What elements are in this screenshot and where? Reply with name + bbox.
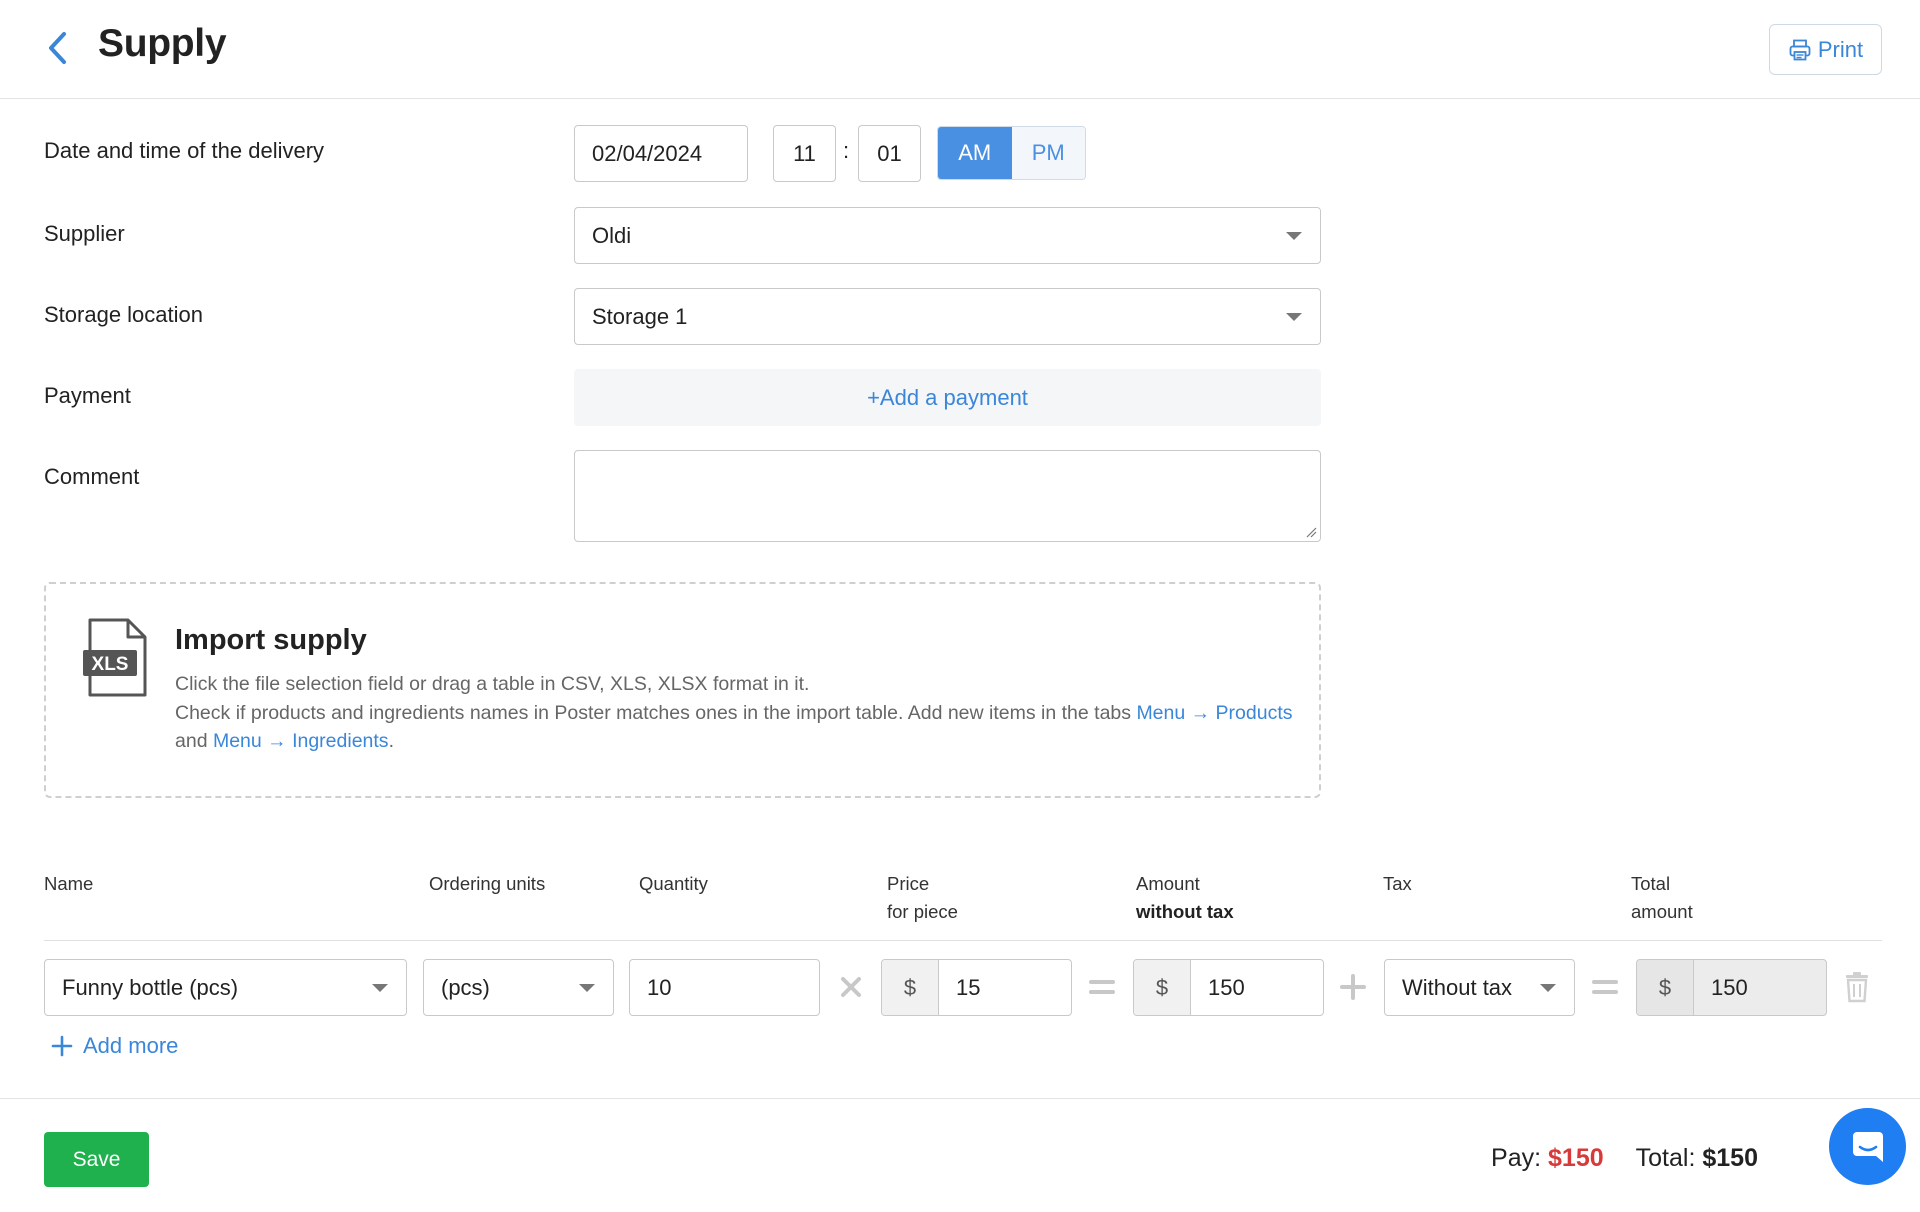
import-and: and: [175, 730, 213, 752]
chat-button[interactable]: [1829, 1108, 1906, 1185]
am-button[interactable]: AM: [938, 127, 1012, 179]
storage-select[interactable]: Storage 1: [574, 288, 1321, 345]
equals-icon: [1089, 980, 1115, 994]
printer-icon: [1789, 39, 1811, 60]
trash-icon[interactable]: [1844, 971, 1870, 1003]
amount-value: 150: [1208, 974, 1245, 1000]
import-description: Click the file selection field or drag a…: [175, 670, 1295, 756]
supplier-label: Supplier: [44, 221, 125, 246]
minute-value: 01: [877, 140, 902, 166]
pay-total-summary: Pay: $150 Total: $150: [1491, 1144, 1758, 1173]
product-name-select[interactable]: Funny bottle (pcs): [44, 959, 407, 1016]
import-period: .: [388, 730, 394, 752]
quantity-value: 10: [647, 974, 672, 1000]
column-header-amount: Amount without tax: [1136, 873, 1234, 922]
storage-value: Storage 1: [592, 303, 688, 329]
xls-label: XLS: [92, 654, 129, 675]
hour-value: 11: [793, 140, 816, 166]
price-currency: $: [882, 960, 939, 1015]
column-header-tax: Tax: [1383, 873, 1412, 894]
supplier-value: Oldi: [592, 222, 632, 248]
total-amount: $150: [1702, 1144, 1758, 1172]
equals-icon: [1592, 980, 1618, 994]
import-line2: Check if products and ingredients names …: [175, 701, 1137, 724]
pay-summary: Pay: $150: [1491, 1144, 1604, 1172]
import-title: Import supply: [175, 624, 367, 656]
price-input[interactable]: $ 15: [881, 959, 1072, 1016]
page-header: Supply Print: [0, 0, 1920, 99]
price-value: 15: [956, 974, 981, 1000]
plus-icon: [1340, 974, 1366, 1000]
supplier-select[interactable]: Oldi: [574, 207, 1321, 264]
am-pm-toggle: AM PM: [937, 126, 1086, 180]
plus-icon: [51, 1035, 73, 1057]
chevron-down-icon: [1286, 231, 1302, 240]
comment-textarea[interactable]: [574, 450, 1321, 542]
add-payment-button[interactable]: +Add a payment: [574, 369, 1321, 426]
import-line1: Click the file selection field or drag a…: [175, 673, 810, 695]
total-value: 150: [1711, 974, 1748, 1000]
xls-file-icon: XLS: [83, 618, 147, 697]
hour-input[interactable]: 11: [773, 125, 836, 182]
import-dropzone[interactable]: XLS Import supply Click the file selecti…: [44, 582, 1321, 798]
column-header-total: Total amount: [1631, 873, 1693, 922]
payment-label: Payment: [44, 383, 131, 408]
date-label: Date and time of the delivery: [44, 138, 325, 163]
chevron-down-icon: [372, 983, 388, 992]
column-header-quantity: Quantity: [639, 873, 708, 894]
add-more-label: Add more: [83, 1033, 179, 1058]
date-input[interactable]: 02/04/2024: [574, 125, 748, 182]
date-value: 02/04/2024: [592, 140, 703, 166]
storage-label: Storage location: [44, 302, 203, 327]
product-name-value: Funny bottle (pcs): [62, 974, 239, 1000]
chat-icon: [1852, 1131, 1883, 1162]
amount-input[interactable]: $ 150: [1133, 959, 1324, 1016]
pay-amount: $150: [1548, 1144, 1604, 1172]
column-header-ordering-units: Ordering units: [429, 873, 546, 894]
page-title: Supply: [98, 22, 227, 65]
print-label: Print: [1817, 36, 1864, 62]
column-header-price: Price for piece: [887, 873, 958, 922]
minute-input[interactable]: 01: [858, 125, 921, 182]
save-button[interactable]: Save: [44, 1132, 149, 1187]
amount-currency: $: [1134, 960, 1191, 1015]
table-divider: [44, 940, 1882, 941]
column-header-name: Name: [44, 873, 94, 894]
chevron-down-icon: [1540, 983, 1556, 992]
ordering-units-select[interactable]: (pcs): [423, 959, 614, 1016]
resize-grip-icon[interactable]: [1305, 526, 1317, 538]
menu-ingredients-link[interactable]: Menu → Ingredients: [213, 730, 389, 752]
total-summary: Total: $150: [1635, 1144, 1758, 1172]
print-button[interactable]: Print: [1769, 24, 1882, 75]
back-chevron-icon: [49, 32, 66, 64]
chevron-down-icon: [579, 983, 595, 992]
tax-select[interactable]: Without tax: [1384, 959, 1575, 1016]
total-amount-field: $ 150: [1636, 959, 1827, 1016]
add-more-button[interactable]: Add more: [51, 1033, 178, 1059]
back-button[interactable]: [42, 28, 76, 68]
menu-products-link[interactable]: Menu → Products: [1136, 702, 1292, 724]
total-currency: $: [1637, 960, 1694, 1015]
quantity-input[interactable]: 10: [629, 959, 820, 1016]
chevron-down-icon: [1286, 312, 1302, 321]
pm-button[interactable]: PM: [1011, 127, 1085, 179]
page-footer: Save Pay: $150 Total: $150: [0, 1098, 1920, 1212]
ordering-units-value: (pcs): [441, 974, 490, 1000]
times-icon: [841, 977, 861, 997]
tax-value: Without tax: [1402, 974, 1513, 1000]
comment-label: Comment: [44, 464, 140, 489]
time-separator: :: [843, 138, 850, 163]
